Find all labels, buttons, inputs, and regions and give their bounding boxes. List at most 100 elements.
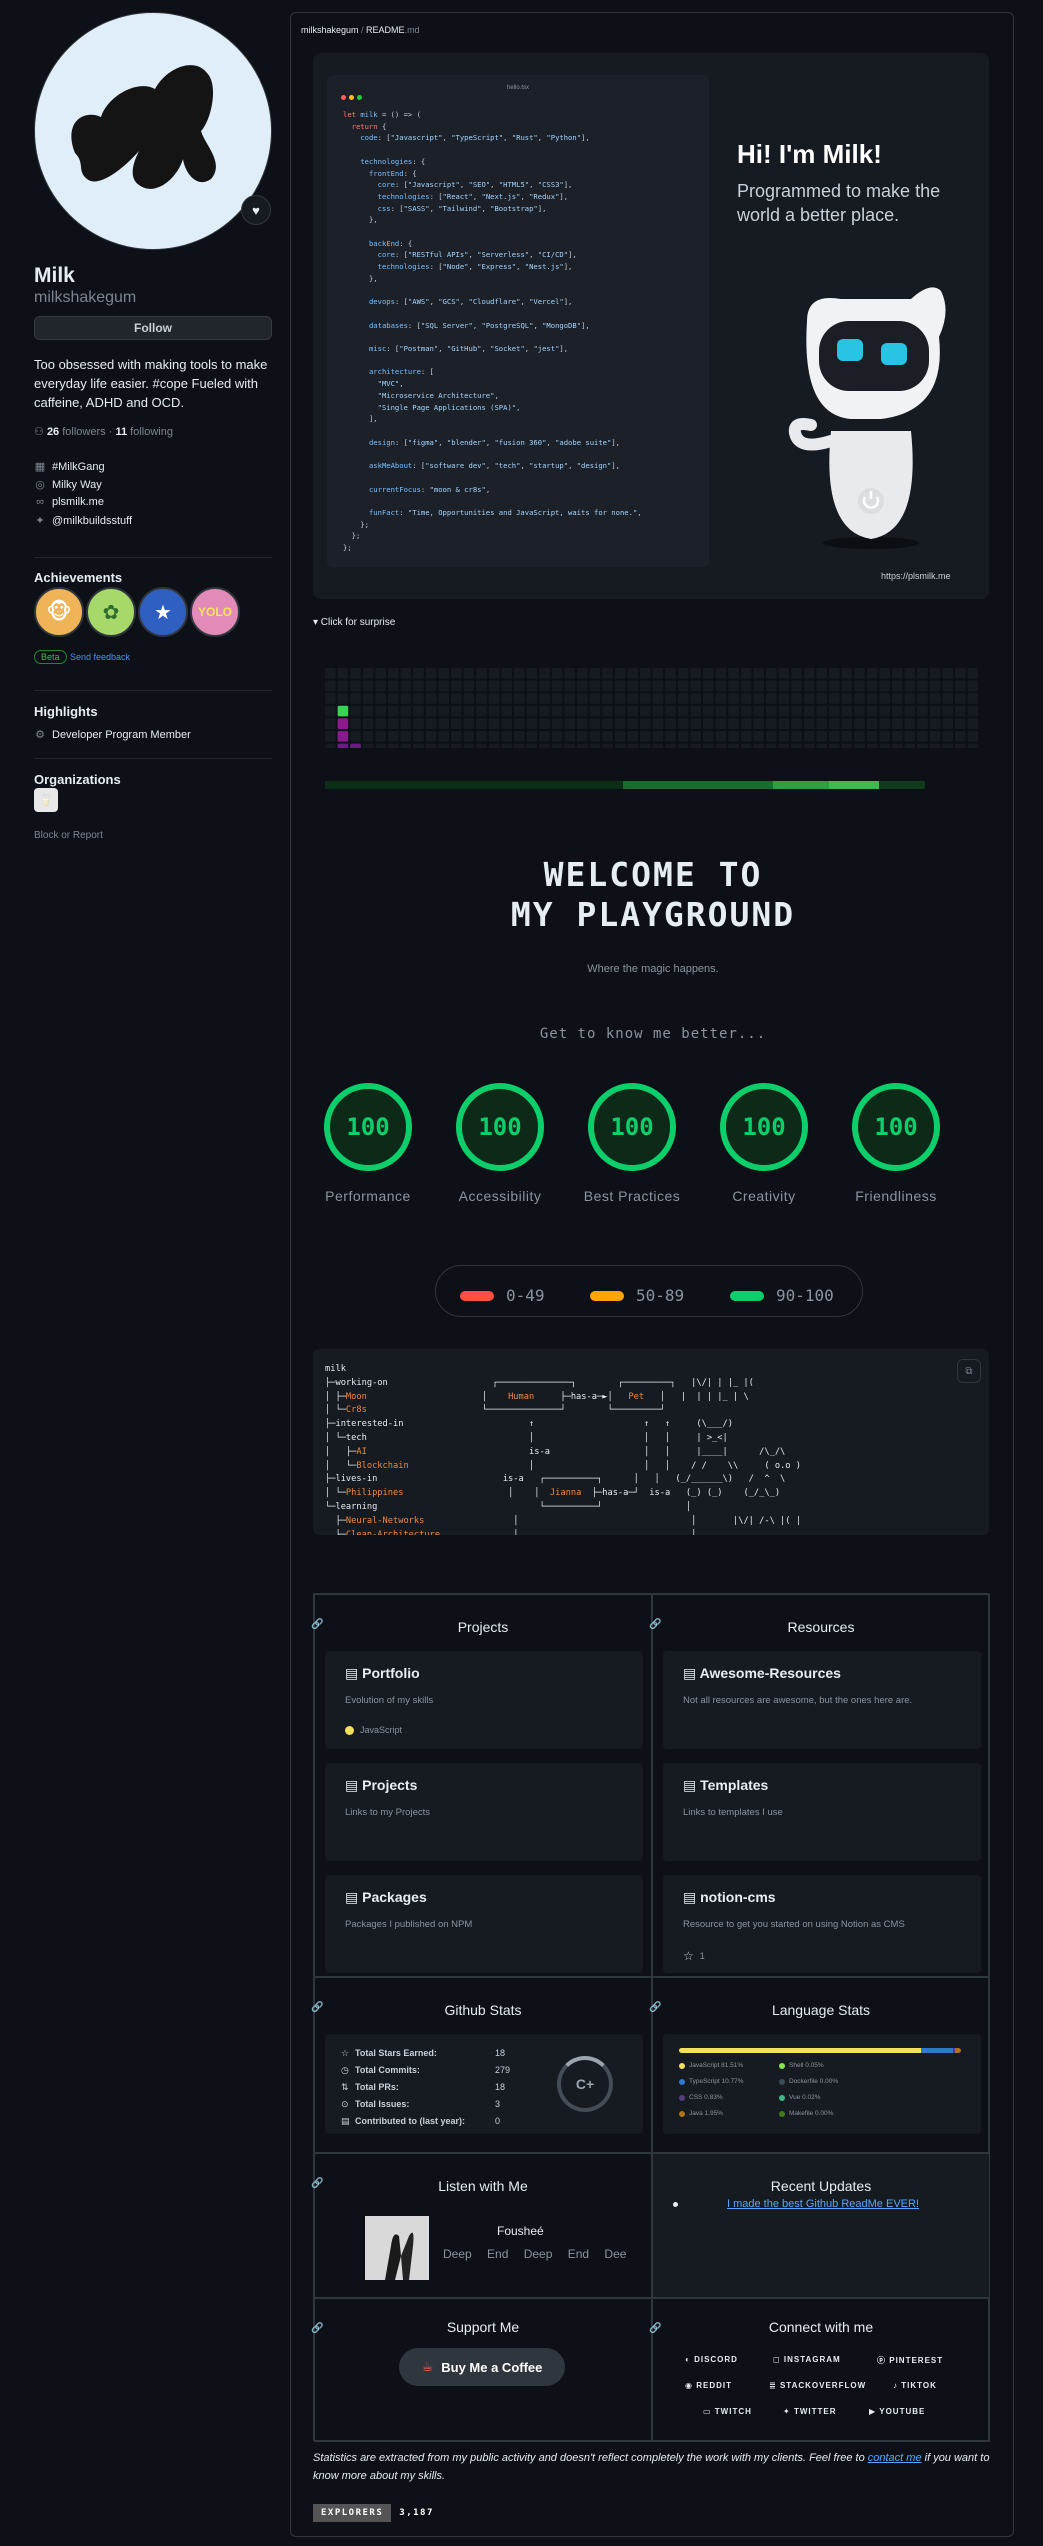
contribution-cell <box>325 668 336 679</box>
contribution-cell <box>539 668 550 679</box>
contribution-cell <box>866 718 878 729</box>
contribution-cell <box>715 743 727 748</box>
lang-text: Shell 0.05% <box>789 2062 824 2069</box>
contribution-cell <box>501 693 512 704</box>
contribution-cell <box>388 718 399 729</box>
contact-link[interactable]: contact me <box>868 2452 922 2464</box>
block-report-link[interactable]: Block or Report <box>34 830 103 841</box>
social-pinterest[interactable]: ⓟ PINTEREST <box>877 2355 943 2366</box>
contribution-cell <box>325 743 336 748</box>
contribution-cell <box>640 680 651 692</box>
contribution-cell <box>904 668 916 679</box>
coffee-label: Buy Me a Coffee <box>441 2359 543 2375</box>
achievement-yolo[interactable]: YOLO <box>190 587 240 637</box>
connect-cell: 🔗 Connect with me ◐ DISCORD ◻ INSTAGRAM … <box>649 2298 990 2442</box>
contribution-cell <box>766 731 777 742</box>
contribution-cell <box>854 693 865 704</box>
contribution-cell <box>766 693 777 704</box>
contribution-cell <box>841 718 853 729</box>
repo-desc: Links to my Projects <box>345 1807 430 1818</box>
achievement-quickdraw[interactable]: ✿ <box>86 587 136 637</box>
followers-label: followers <box>62 426 106 438</box>
contribution-cell <box>866 743 878 748</box>
repo-card[interactable]: ▤ Awesome-Resources Not all resources ar… <box>663 1651 981 1749</box>
album-art[interactable] <box>365 2216 429 2280</box>
stat-key: Total Commits: <box>355 2065 420 2075</box>
hero-url[interactable]: https://plsmilk.me <box>881 571 951 581</box>
org-info: ▦ #MilkGang <box>34 460 105 474</box>
contribution-cell <box>526 705 538 717</box>
social-reddit[interactable]: ◉ REDDIT <box>685 2381 732 2390</box>
twitter-info[interactable]: ✦ @milkbuildsstuff <box>34 514 132 528</box>
repo-stars-count: 1 <box>699 1951 705 1961</box>
contribution-cell <box>778 743 790 748</box>
contribution-cell <box>715 705 727 717</box>
social-tiktok[interactable]: ♪ TIKTOK <box>893 2381 937 2390</box>
contribution-cell <box>904 705 916 717</box>
social-twitch[interactable]: ▭ TWITCH <box>703 2407 752 2416</box>
contribution-cell <box>879 705 890 717</box>
repo-name-text: Templates <box>700 1777 769 1793</box>
contribution-cell <box>375 743 386 748</box>
contribution-cell <box>551 718 563 729</box>
website-info[interactable]: ∞ plsmilk.me <box>34 496 104 508</box>
social-twitter[interactable]: ✦ TWITTER <box>783 2407 836 2416</box>
social-discord[interactable]: ◐ DISCORD <box>685 2355 738 2364</box>
contribution-cell <box>514 705 525 717</box>
contribution-cell <box>703 680 714 692</box>
send-feedback-link[interactable]: Send feedback <box>70 650 130 662</box>
discord-icon: ◐ <box>685 2355 695 2364</box>
contribution-cell <box>728 668 739 679</box>
avatar[interactable]: ♥ <box>34 12 272 250</box>
progress-segment <box>829 781 879 789</box>
status-heart-icon[interactable]: ♥ <box>241 195 271 225</box>
contribution-cell <box>375 705 386 717</box>
contribution-cell <box>602 731 613 742</box>
contribution-cell <box>337 705 349 717</box>
contribution-cell <box>904 680 916 692</box>
website-link[interactable]: plsmilk.me <box>52 496 104 508</box>
contribution-cell <box>614 680 626 692</box>
followers-line[interactable]: ⚇ 26 followers · 11 following <box>34 425 173 438</box>
surprise-toggle[interactable]: ▾ Click for surprise <box>313 617 395 628</box>
visitor-count: 3,187 <box>391 2504 442 2522</box>
repo-card[interactable]: ▤ notion-cms Resource to get you started… <box>663 1875 981 1973</box>
crumb-user-link[interactable]: milkshakegum <box>301 25 359 35</box>
buy-me-a-coffee-button[interactable]: ☕ Buy Me a Coffee <box>399 2348 565 2386</box>
copy-icon[interactable]: ⧉ <box>957 1359 981 1383</box>
repo-card[interactable]: ▤ Packages Packages I published on NPM <box>325 1875 643 1973</box>
contribution-cell <box>514 731 525 742</box>
coffee-cup-icon: ☕ <box>421 2359 434 2374</box>
update-link[interactable]: I made the best Github ReadMe EVER! <box>673 2198 973 2210</box>
contribution-cell <box>778 731 790 742</box>
hero-subtitle: Programmed to make the world a better pl… <box>737 181 941 225</box>
contribution-cell <box>362 743 374 748</box>
repo-desc: Resource to get you started on using Not… <box>683 1919 905 1930</box>
contribution-cell <box>753 680 764 692</box>
follow-button[interactable]: Follow <box>34 316 272 340</box>
lang-item: Vue 0.02% <box>779 2094 821 2101</box>
contribution-cell <box>350 705 361 717</box>
contribution-cell <box>438 680 449 692</box>
social-stackoverflow[interactable]: ≣ STACKOVERFLOW <box>769 2381 866 2390</box>
contribution-cell <box>602 743 613 748</box>
contribution-cell <box>577 743 588 748</box>
repo-card[interactable]: ▤ Projects Links to my Projects <box>325 1763 643 1861</box>
repo-card[interactable]: ▤ Portfolio Evolution of my skills JavaS… <box>325 1651 643 1749</box>
repo-name: ▤ notion-cms <box>683 1889 776 1906</box>
contribution-cell <box>728 705 739 717</box>
achievement-starstruck[interactable]: ★ <box>138 587 188 637</box>
contribution-cell <box>514 743 525 748</box>
code-editor: hello.tsx let milk = () => ( return { co… <box>327 75 709 567</box>
social-label: TWITCH <box>714 2407 752 2416</box>
org-logo-icon[interactable]: 🥛 <box>34 788 58 812</box>
updates-title: Recent Updates <box>770 2178 872 2194</box>
achievement-pull-shark[interactable]: 🐵 <box>34 587 84 637</box>
progress-segment <box>623 781 773 789</box>
social-youtube[interactable]: ▶ YOUTUBE <box>869 2407 925 2416</box>
twitter-link[interactable]: @milkbuildsstuff <box>52 515 132 527</box>
social-instagram[interactable]: ◻ INSTAGRAM <box>773 2355 841 2364</box>
repo-name: ▤ Portfolio <box>345 1665 420 1682</box>
repo-card[interactable]: ▤ Templates Links to templates I use <box>663 1763 981 1861</box>
contribution-cell <box>514 693 525 704</box>
